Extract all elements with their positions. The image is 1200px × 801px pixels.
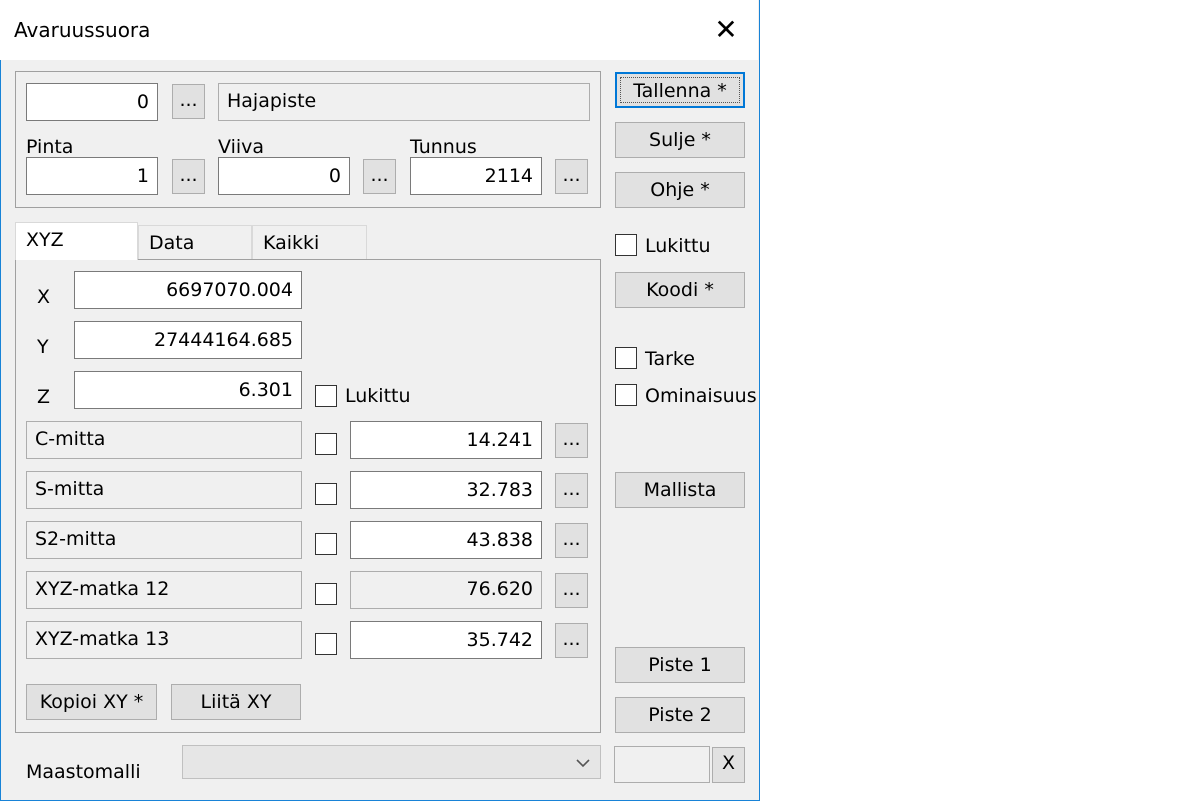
measure-label: XYZ-matka 12 — [26, 571, 302, 609]
measure-checkbox[interactable] — [315, 583, 337, 605]
measure-value-field[interactable]: 35.742 — [350, 621, 542, 659]
code-name-field: Hajapiste — [218, 83, 590, 121]
measure-browse-button[interactable]: ... — [555, 523, 588, 558]
chevron-down-icon — [576, 759, 590, 768]
measure-browse-button[interactable]: ... — [555, 423, 588, 458]
tunnus-label: Tunnus — [410, 136, 477, 158]
terrain-model-label: Maastomalli — [26, 761, 141, 783]
locked-checkbox[interactable] — [615, 234, 637, 256]
close-button[interactable]: Sulje * — [615, 122, 745, 158]
measure-value-field: 76.620 — [350, 571, 542, 609]
y-label: Y — [37, 336, 49, 358]
window-title: Avaruussuora — [14, 18, 151, 42]
viiva-field[interactable]: 0 — [218, 157, 350, 195]
tab-data[interactable]: Data — [138, 225, 252, 259]
copy-xy-button[interactable]: Kopioi XY * — [26, 684, 157, 720]
close-icon[interactable]: ✕ — [710, 12, 742, 48]
measure-label: S2-mitta — [26, 521, 302, 559]
x-field[interactable]: 6697070.004 — [74, 271, 302, 309]
measure-label: XYZ-matka 13 — [26, 621, 302, 659]
measure-checkbox[interactable] — [315, 633, 337, 655]
tab-kaikki[interactable]: Kaikki — [252, 225, 367, 259]
ominaisuus-label: Ominaisuus — [645, 385, 757, 407]
measure-value-field[interactable]: 14.241 — [350, 421, 542, 459]
pinta-field[interactable]: 1 — [26, 157, 158, 195]
code-value-field[interactable]: 0 — [26, 83, 158, 121]
code-browse-button[interactable]: ... — [172, 84, 205, 119]
measure-value-field[interactable]: 43.838 — [350, 521, 542, 559]
clear-button[interactable]: X — [712, 747, 745, 783]
x-label: X — [37, 286, 51, 308]
measure-checkbox[interactable] — [315, 533, 337, 555]
measure-checkbox[interactable] — [315, 483, 337, 505]
measure-browse-button[interactable]: ... — [555, 473, 588, 508]
tarke-checkbox[interactable] — [615, 347, 637, 369]
pinta-browse-button[interactable]: ... — [172, 159, 205, 194]
point2-button[interactable]: Piste 2 — [615, 697, 745, 733]
status-box — [614, 746, 710, 783]
viiva-browse-button[interactable]: ... — [363, 159, 396, 194]
measure-browse-button[interactable]: ... — [555, 623, 588, 658]
help-button[interactable]: Ohje * — [615, 172, 745, 208]
from-model-button[interactable]: Mallista — [615, 472, 745, 508]
measure-value-field[interactable]: 32.783 — [350, 471, 542, 509]
code-button[interactable]: Koodi * — [615, 272, 745, 308]
point1-button[interactable]: Piste 1 — [615, 647, 745, 683]
terrain-model-select[interactable] — [182, 745, 601, 779]
tunnus-field[interactable]: 2114 — [410, 157, 542, 195]
measure-browse-button[interactable]: ... — [555, 573, 588, 608]
paste-xy-button[interactable]: Liitä XY — [171, 684, 301, 720]
y-field[interactable]: 27444164.685 — [74, 321, 302, 359]
tarke-label: Tarke — [645, 348, 695, 370]
save-button[interactable]: Tallenna * — [615, 72, 745, 108]
measure-checkbox[interactable] — [315, 433, 337, 455]
focus-ring — [620, 77, 740, 103]
z-locked-label: Lukittu — [345, 385, 411, 407]
pinta-label: Pinta — [26, 136, 74, 158]
z-locked-checkbox[interactable] — [315, 385, 337, 407]
tab-xyz[interactable]: XYZ — [15, 222, 138, 260]
viiva-label: Viiva — [218, 136, 265, 158]
ominaisuus-checkbox[interactable] — [615, 384, 637, 406]
locked-label: Lukittu — [645, 235, 711, 257]
z-field[interactable]: 6.301 — [74, 371, 302, 409]
z-label: Z — [37, 386, 51, 408]
measure-label: C-mitta — [26, 421, 302, 459]
tunnus-browse-button[interactable]: ... — [555, 159, 588, 194]
measure-label: S-mitta — [26, 471, 302, 509]
